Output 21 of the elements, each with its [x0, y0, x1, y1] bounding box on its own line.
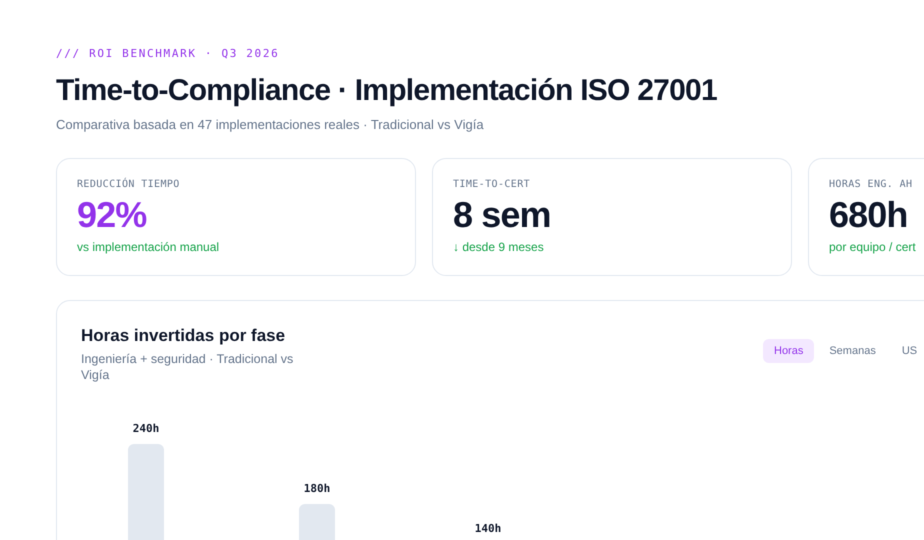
bar-value-label: 180h — [304, 482, 330, 495]
page-title: Time-to-Compliance · Implementación ISO 27001 — [56, 72, 718, 108]
stat-value: 8 sem — [453, 194, 552, 236]
stat-note: vs implementación manual — [77, 239, 220, 256]
stat-value: 680h — [829, 194, 908, 236]
bar-value-label: 140h — [474, 522, 502, 535]
chart-title: Horas invertidas por fase — [81, 325, 286, 347]
bar-value-label: 240h — [132, 422, 160, 435]
bar — [299, 504, 335, 540]
stat-label: HORAS ENG. AH — [829, 178, 914, 192]
stat-value: 92% — [77, 194, 148, 236]
unit-tab[interactable]: US — [890, 339, 924, 363]
page-subtitle: Comparativa basada en 47 implementaciones reales · Tradicional vs Vigía — [56, 116, 485, 134]
stat-label: TIME-TO-CERT — [453, 178, 532, 192]
unit-tab[interactable]: Horas — [763, 339, 814, 363]
eyebrow-label: /// ROI BENCHMARK · Q3 2026 — [56, 46, 280, 62]
chart-subtitle: Ingeniería + seguridad · Tradicional vs Vigía — [81, 350, 294, 382]
unit-tab[interactable]: Semanas — [818, 339, 887, 363]
stat-note: por equipo / cert — [829, 239, 917, 256]
stat-label: REDUCCIÓN TIEMPO — [77, 177, 181, 192]
stat-note: ↓ desde 9 meses — [453, 239, 545, 256]
